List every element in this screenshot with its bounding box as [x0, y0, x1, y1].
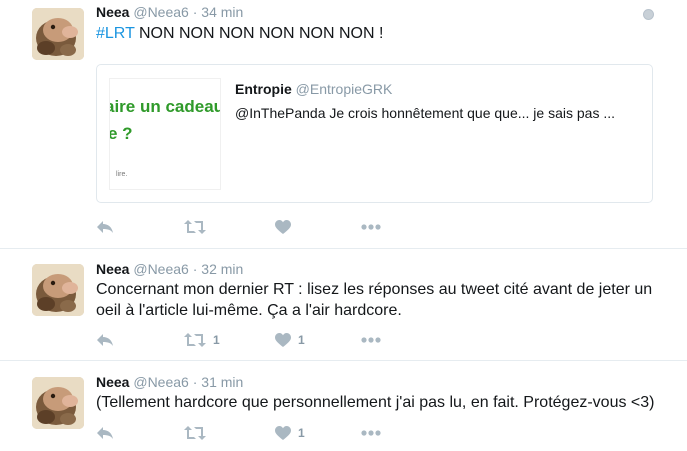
retweet-button[interactable]: 1: [184, 330, 220, 350]
tweet-body: NON NON NON NON NON NON !: [134, 25, 384, 42]
tweet-header: Neea @Neea6 · 31 min: [96, 374, 243, 390]
author-handle[interactable]: @Neea6: [133, 4, 188, 20]
tweet[interactable]: Neea @Neea6 · 31 min (Tellement hardcore…: [0, 361, 687, 451]
avatar[interactable]: [32, 8, 84, 60]
tweet[interactable]: Neea @Neea6 · 34 min #LRT NON NON NON NO…: [0, 0, 687, 249]
like-icon: [275, 219, 291, 234]
more-button[interactable]: [361, 330, 381, 350]
tweet-text: (Tellement hardcore que personnellement …: [96, 394, 655, 411]
reply-icon: [97, 334, 113, 346]
quote-thumbnail[interactable]: aire un cadeau e ? lire.: [109, 78, 221, 190]
more-button[interactable]: [361, 423, 381, 443]
retweet-icon: [184, 333, 206, 347]
like-count: 1: [298, 426, 305, 440]
like-icon: [275, 332, 291, 347]
separator: ·: [192, 261, 198, 277]
retweet-count: 1: [213, 333, 220, 347]
more-button[interactable]: [361, 217, 381, 237]
retweet-icon: [184, 426, 206, 440]
author-name[interactable]: Neea: [96, 261, 129, 277]
reply-button[interactable]: [96, 423, 114, 443]
quote-header: Entropie @EntropieGRK: [235, 81, 392, 97]
like-button[interactable]: 1: [275, 330, 305, 350]
author-handle[interactable]: @Neea6: [133, 374, 188, 390]
tweet-header: Neea @Neea6 · 34 min: [96, 4, 243, 20]
timestamp[interactable]: 34 min: [201, 4, 243, 20]
separator: ·: [192, 4, 198, 20]
quote-text: @InThePanda Je crois honnêtement que que…: [235, 105, 615, 121]
tweet-text: #LRT NON NON NON NON NON NON !: [96, 23, 656, 44]
separator: ·: [192, 374, 198, 390]
retweet-button[interactable]: [184, 217, 213, 237]
author-name[interactable]: Neea: [96, 4, 129, 20]
thumbnail-text-line1: aire un cadeau: [109, 97, 221, 116]
author-handle[interactable]: @Neea6: [133, 261, 188, 277]
quoted-tweet[interactable]: aire un cadeau e ? lire. Entropie @Entro…: [96, 64, 653, 203]
like-button[interactable]: [275, 217, 298, 237]
hashtag-link[interactable]: #LRT: [96, 25, 135, 42]
reply-button[interactable]: [96, 217, 114, 237]
avatar[interactable]: [32, 264, 84, 316]
quote-author-name[interactable]: Entropie: [235, 81, 292, 97]
avatar[interactable]: [32, 377, 84, 429]
tweet-header: Neea @Neea6 · 32 min: [96, 261, 243, 277]
tweet[interactable]: Neea @Neea6 · 32 min Concernant mon dern…: [0, 249, 687, 361]
thumbnail-caption: lire.: [116, 171, 128, 178]
reply-icon: [97, 427, 113, 439]
like-button[interactable]: 1: [275, 423, 305, 443]
reply-icon: [97, 221, 113, 233]
globe-icon: [643, 9, 654, 20]
thumbnail-text-line2: e ?: [109, 124, 133, 143]
author-name[interactable]: Neea: [96, 374, 129, 390]
like-count: 1: [298, 333, 305, 347]
retweet-button[interactable]: [184, 423, 213, 443]
reply-button[interactable]: [96, 330, 114, 350]
more-icon: [361, 430, 381, 436]
quote-author-handle[interactable]: @EntropieGRK: [296, 81, 393, 97]
timestamp[interactable]: 31 min: [201, 374, 243, 390]
tweet-text: Concernant mon dernier RT : lisez les ré…: [96, 281, 653, 319]
more-icon: [361, 337, 381, 343]
timestamp[interactable]: 32 min: [201, 261, 243, 277]
retweet-icon: [184, 220, 206, 234]
like-icon: [275, 425, 291, 440]
more-icon: [361, 224, 381, 230]
